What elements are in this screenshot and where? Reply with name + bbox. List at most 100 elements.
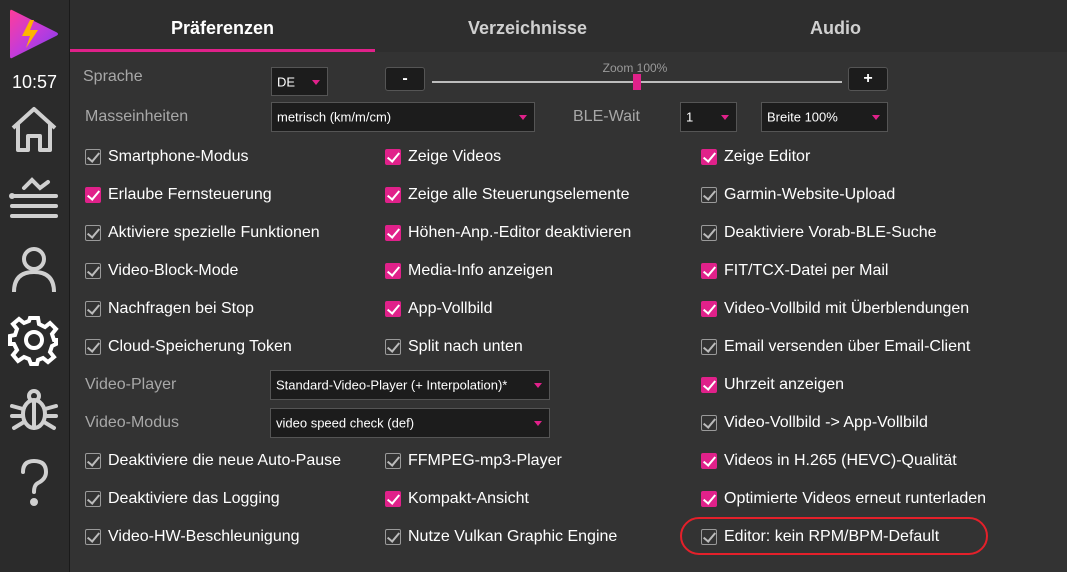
checkbox-label: Garmin-Website-Upload — [724, 186, 896, 203]
checkbox-label: Höhen-Anp.-Editor deaktivieren — [408, 224, 632, 241]
checkbox-unchecked[interactable] — [385, 529, 401, 545]
app-logo-icon — [8, 8, 60, 60]
checkbox-row[interactable]: Video-Vollbild mit Überblendungen — [701, 298, 969, 320]
checkbox-checked[interactable] — [85, 187, 101, 203]
check-icon — [386, 263, 401, 277]
checkbox-unchecked[interactable] — [85, 149, 101, 165]
checkbox-checked[interactable] — [701, 263, 717, 279]
checkbox-row[interactable]: Aktiviere spezielle Funktionen — [85, 222, 320, 244]
checkbox-checked[interactable] — [385, 263, 401, 279]
zoom-slider-thumb[interactable] — [633, 74, 641, 90]
sprache-label: Sprache — [83, 68, 143, 85]
checkbox-label: Video-Vollbild -> App-Vollbild — [724, 414, 928, 431]
check-icon — [702, 377, 717, 391]
checkbox-row[interactable]: Video-Block-Mode — [85, 260, 238, 282]
checkbox-row[interactable]: Deaktiviere Vorab-BLE-Suche — [701, 222, 937, 244]
ble-wait-dropdown[interactable]: 1 — [680, 102, 737, 132]
checkbox-row[interactable]: Zeige Videos — [385, 146, 501, 168]
checkbox-unchecked[interactable] — [701, 415, 717, 431]
checkbox-row[interactable]: Erlaube Fernsteuerung — [85, 184, 272, 206]
chevron-down-icon — [312, 79, 320, 85]
check-icon — [86, 187, 101, 201]
checkbox-unchecked[interactable] — [701, 529, 717, 545]
checkbox-row[interactable]: FFMPEG-mp3-Player — [385, 450, 562, 472]
masseinheiten-dropdown[interactable]: metrisch (km/m/cm) — [271, 102, 535, 132]
checkbox-row[interactable]: Cloud-Speicherung Token — [85, 336, 292, 358]
home-icon[interactable] — [8, 104, 60, 156]
check-icon — [386, 187, 401, 201]
checkbox-label: Aktiviere spezielle Funktionen — [108, 224, 320, 241]
checkbox-row[interactable]: Smartphone-Modus — [85, 146, 249, 168]
checkbox-row[interactable]: Video-Vollbild -> App-Vollbild — [701, 412, 928, 434]
checkbox-checked[interactable] — [385, 491, 401, 507]
checkbox-checked[interactable] — [701, 491, 717, 507]
video-modus-dropdown[interactable]: video speed check (def) — [270, 408, 550, 438]
breite-dropdown[interactable]: Breite 100% — [761, 102, 888, 132]
checkbox-row[interactable]: Split nach unten — [385, 336, 523, 358]
checkbox-unchecked[interactable] — [85, 339, 101, 355]
checkbox-unchecked[interactable] — [701, 339, 717, 355]
checkbox-row[interactable]: Nutze Vulkan Graphic Engine — [385, 526, 617, 548]
help-icon[interactable] — [8, 456, 60, 508]
checkbox-row[interactable]: Editor: kein RPM/BPM-Default — [701, 526, 939, 548]
checkbox-unchecked[interactable] — [385, 339, 401, 355]
settings-icon[interactable] — [8, 314, 60, 366]
checkbox-row[interactable]: App-Vollbild — [385, 298, 493, 320]
checkbox-checked[interactable] — [385, 225, 401, 241]
zoom-minus-button[interactable]: - — [385, 67, 425, 91]
checkbox-unchecked[interactable] — [85, 301, 101, 317]
checkbox-row[interactable]: Videos in H.265 (HEVC)-Qualität — [701, 450, 957, 472]
checkbox-label: Deaktiviere das Logging — [108, 490, 280, 507]
check-icon — [86, 263, 101, 277]
checkbox-checked[interactable] — [701, 453, 717, 469]
checkbox-row[interactable]: Nachfragen bei Stop — [85, 298, 254, 320]
chevron-down-icon — [872, 115, 880, 120]
checkbox-unchecked[interactable] — [701, 187, 717, 203]
check-icon — [702, 263, 717, 277]
checkbox-label: Split nach unten — [408, 338, 523, 355]
bug-icon[interactable] — [8, 384, 60, 436]
checkbox-unchecked[interactable] — [85, 263, 101, 279]
checkbox-row[interactable]: Deaktiviere die neue Auto-Pause — [85, 450, 341, 472]
checkbox-unchecked[interactable] — [701, 225, 717, 241]
checkbox-row[interactable]: Kompakt-Ansicht — [385, 488, 529, 510]
video-player-dropdown[interactable]: Standard-Video-Player (+ Interpolation)* — [270, 370, 550, 400]
checkbox-checked[interactable] — [385, 149, 401, 165]
checkbox-row[interactable]: Garmin-Website-Upload — [701, 184, 895, 206]
zoom-plus-button[interactable]: + — [848, 67, 888, 91]
checkbox-checked[interactable] — [385, 187, 401, 203]
checkbox-row[interactable]: FIT/TCX-Datei per Mail — [701, 260, 888, 282]
checkbox-checked[interactable] — [701, 301, 717, 317]
checkbox-row[interactable]: Zeige Editor — [701, 146, 810, 168]
sprache-dropdown[interactable]: DE — [271, 67, 328, 96]
checkbox-row[interactable]: Optimierte Videos erneut runterladen — [701, 488, 986, 510]
checkbox-label: Zeige alle Steuerungselemente — [408, 186, 630, 203]
check-icon — [702, 415, 717, 429]
checkbox-row[interactable]: Deaktiviere das Logging — [85, 488, 280, 510]
checkbox-label: Video-Vollbild mit Überblendungen — [724, 300, 970, 317]
tab-verzeichnisse[interactable]: Verzeichnisse — [375, 0, 680, 52]
chevron-down-icon — [534, 421, 542, 426]
check-icon — [702, 339, 717, 353]
tab-praeferenzen[interactable]: Präferenzen — [70, 0, 375, 52]
checkbox-row[interactable]: Media-Info anzeigen — [385, 260, 553, 282]
checkbox-unchecked[interactable] — [85, 453, 101, 469]
tab-audio[interactable]: Audio — [678, 0, 993, 52]
checkbox-checked[interactable] — [385, 301, 401, 317]
checkbox-label: Editor: kein RPM/BPM-Default — [724, 528, 940, 545]
checkbox-row[interactable]: Zeige alle Steuerungselemente — [385, 184, 629, 206]
checkbox-checked[interactable] — [701, 377, 717, 393]
checkbox-checked[interactable] — [701, 149, 717, 165]
checkbox-row[interactable]: Video-HW-Beschleunigung — [85, 526, 300, 548]
checkbox-row[interactable]: Höhen-Anp.-Editor deaktivieren — [385, 222, 631, 244]
check-icon — [702, 491, 717, 505]
checkbox-unchecked[interactable] — [85, 491, 101, 507]
user-icon[interactable] — [8, 244, 60, 296]
checkbox-unchecked[interactable] — [85, 529, 101, 545]
checkbox-row[interactable]: Email versenden über Email-Client — [701, 336, 970, 358]
checkbox-row[interactable]: Uhrzeit anzeigen — [701, 374, 844, 396]
checkbox-label: Video-HW-Beschleunigung — [108, 528, 300, 545]
activities-icon[interactable] — [8, 176, 60, 228]
checkbox-unchecked[interactable] — [85, 225, 101, 241]
checkbox-unchecked[interactable] — [385, 453, 401, 469]
